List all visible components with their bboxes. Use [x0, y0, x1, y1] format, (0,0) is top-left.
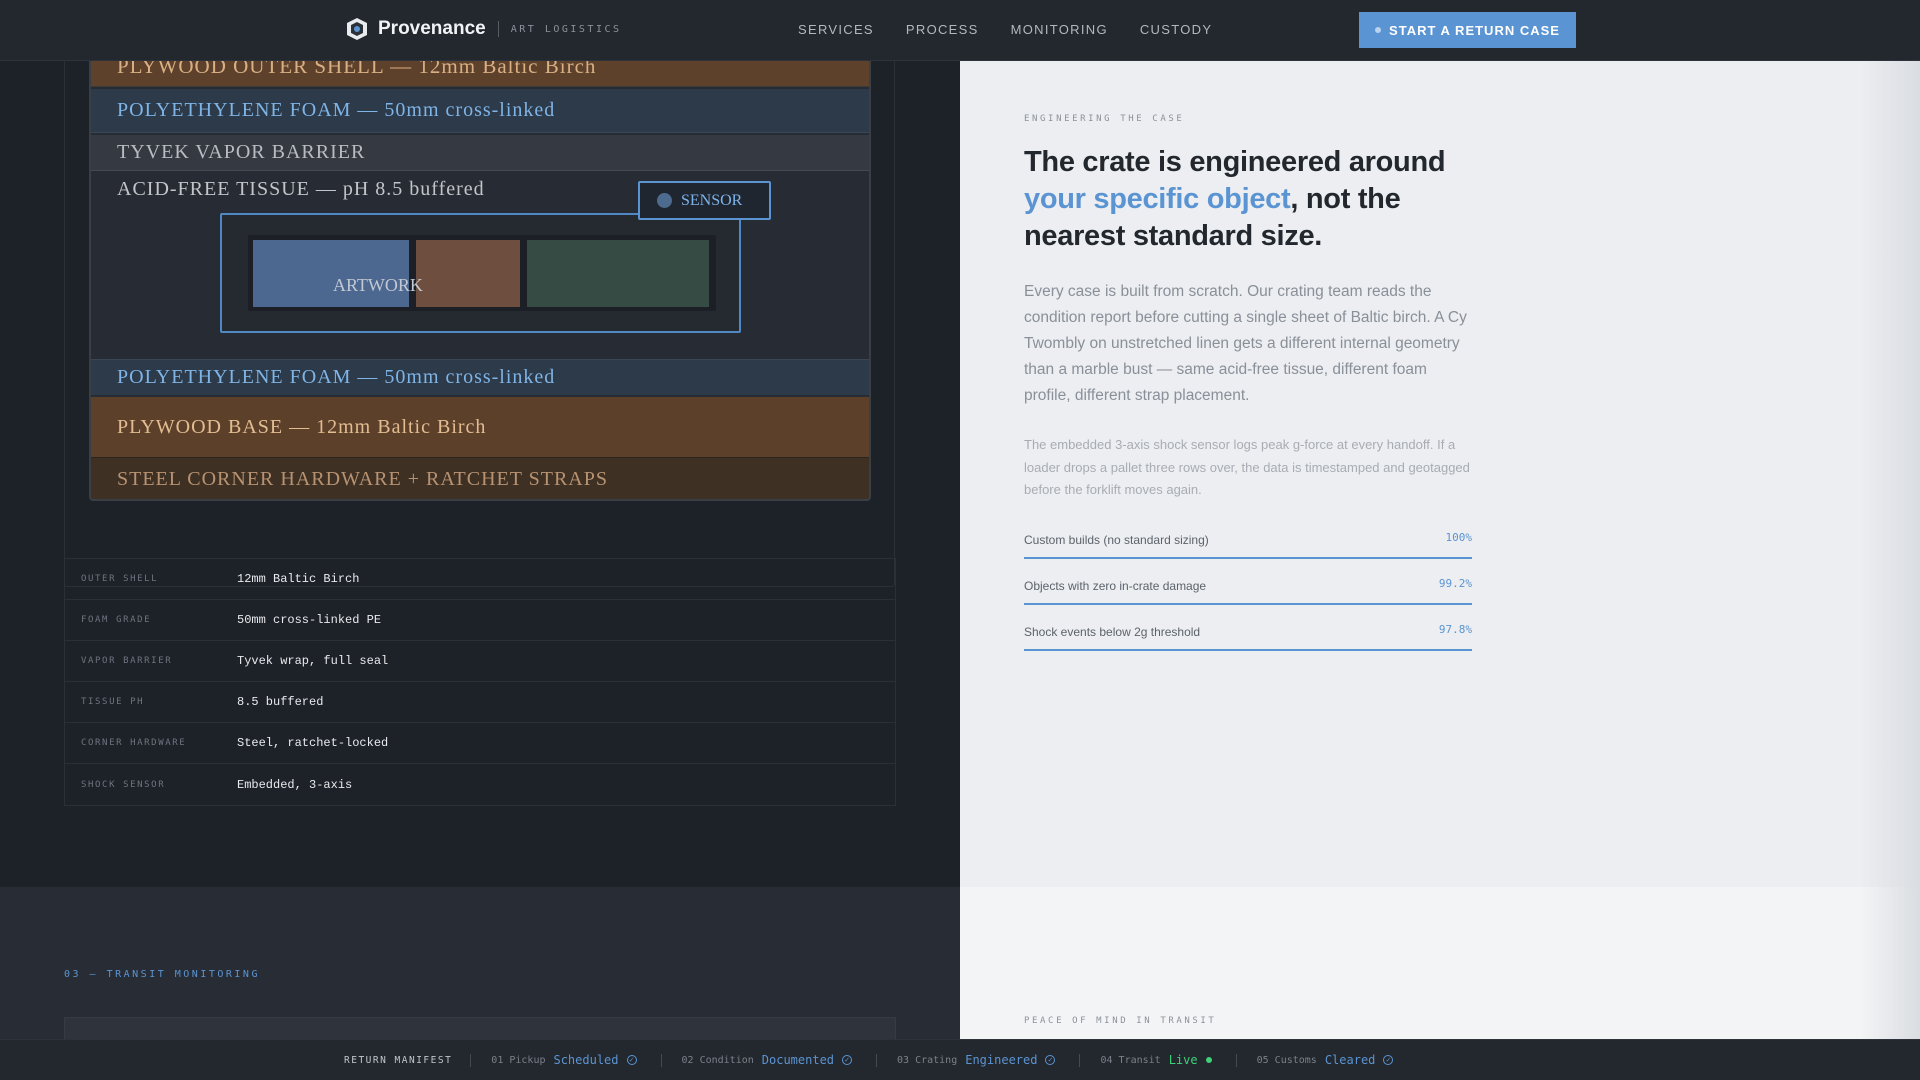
spec-key: SHOCK SENSOR	[81, 779, 166, 790]
cta-label: START A RETURN CASE	[1389, 22, 1560, 38]
logo-icon	[347, 18, 367, 40]
manifest-step-crating[interactable]: 03 Crating Engineered ✓	[897, 1053, 1056, 1067]
spec-value: 50mm cross-linked PE	[237, 613, 382, 627]
section-headline: The crate is engineered around your spec…	[1024, 144, 1494, 255]
engineering-copy-section: ENGINEERING THE CASE The crate is engine…	[960, 61, 1920, 887]
start-return-case-button[interactable]: START A RETURN CASE	[1359, 12, 1576, 48]
body-paragraph: Every case is built from scratch. Our cr…	[1024, 283, 1467, 404]
check-icon: ✓	[626, 1055, 637, 1065]
divider	[876, 1053, 878, 1067]
spec-key: CORNER HARDWARE	[81, 738, 187, 748]
brand-divider	[497, 21, 499, 37]
divider	[470, 1053, 472, 1067]
step-status: Live	[1168, 1053, 1198, 1067]
check-icon: ✓	[1383, 1055, 1394, 1065]
layer-steel-hardware: STEEL CORNER HARDWARE + RATCHET STRAPS	[91, 457, 869, 499]
sensor-badge: SENSOR	[638, 181, 771, 220]
spec-key: VAPOR BARRIER	[81, 656, 173, 666]
stat-value: 100%	[1445, 531, 1473, 544]
manifest-title: RETURN MANIFEST	[344, 1054, 453, 1066]
nav-link-monitoring[interactable]: MONITORING	[1011, 22, 1108, 37]
step-label: 03 Crating	[897, 1054, 958, 1066]
manifest-steps: RETURN MANIFEST 01 Pickup Scheduled ✓ 02…	[344, 1053, 1417, 1067]
table-row: OUTER SHELL 12mm Baltic Birch	[65, 559, 895, 600]
brand-tagline: ART LOGISTICS	[510, 23, 622, 35]
artwork-panel-brown	[416, 240, 520, 307]
artwork-box: ARTWORK	[220, 213, 741, 333]
table-row: VAPOR BARRIER Tyvek wrap, full seal	[65, 641, 895, 682]
step-label: 05 Customs	[1256, 1054, 1317, 1066]
sensor-dot-icon	[657, 193, 672, 208]
step-status: Cleared	[1324, 1053, 1376, 1067]
spec-key: TISSUE PH	[81, 697, 145, 707]
live-dot-icon	[1205, 1057, 1212, 1063]
table-row: FOAM GRADE 50mm cross-linked PE	[65, 600, 895, 641]
step-label: 02 Condition	[681, 1054, 754, 1066]
spec-value: Tyvek wrap, full seal	[237, 654, 389, 668]
step-label: 01 Pickup	[491, 1054, 546, 1066]
crate-cross-section: PLYWOOD OUTER SHELL — 12mm Baltic Birch …	[89, 61, 871, 501]
manifest-step-pickup[interactable]: 01 Pickup Scheduled ✓	[491, 1053, 637, 1067]
check-icon: ✓	[1045, 1055, 1056, 1065]
spec-table: OUTER SHELL 12mm Baltic Birch FOAM GRADE…	[64, 558, 896, 806]
spec-key: FOAM GRADE	[81, 615, 152, 625]
top-nav: Provenance ART LOGISTICS SERVICES PROCES…	[0, 0, 1920, 61]
stat-row: Shock events below 2g threshold 97.8%	[1024, 621, 1472, 651]
stat-label: Shock events below 2g threshold	[1024, 625, 1201, 639]
layer-foam-top: POLYETHYLENE FOAM — 50mm cross-linked	[91, 89, 869, 133]
brand-name: Provenance	[378, 18, 486, 39]
nav-link-process[interactable]: PROCESS	[906, 22, 979, 37]
stat-value: 99.2%	[1438, 577, 1472, 590]
layer-base: PLYWOOD BASE — 12mm Baltic Birch	[91, 397, 869, 457]
nav-link-services[interactable]: SERVICES	[798, 22, 874, 37]
return-manifest-bar: RETURN MANIFEST 01 Pickup Scheduled ✓ 02…	[0, 1039, 1920, 1080]
artwork-panel-blue	[253, 240, 409, 307]
manifest-step-customs[interactable]: 05 Customs Cleared ✓	[1257, 1053, 1394, 1067]
headline-text: The crate is engineered around	[1024, 146, 1446, 178]
crate-section: PLYWOOD OUTER SHELL — 12mm Baltic Birch …	[0, 51, 960, 887]
artwork-frame	[248, 235, 716, 311]
manifest-step-transit[interactable]: 04 Transit Live	[1100, 1053, 1212, 1067]
section-eyebrow: ENGINEERING THE CASE	[1024, 114, 1185, 124]
sensor-paragraph: The embedded 3-axis shock sensor logs pe…	[1024, 437, 1470, 497]
nav-link-custody[interactable]: CUSTODY	[1140, 22, 1212, 37]
manifest-step-condition[interactable]: 02 Condition Documented ✓	[682, 1053, 853, 1067]
stat-value: 97.8%	[1438, 623, 1472, 636]
layer-vapor-barrier: TYVEK VAPOR BARRIER	[91, 135, 869, 171]
headline-highlight: your specific object	[1024, 183, 1291, 215]
step-label: 04 Transit	[1100, 1054, 1161, 1066]
artwork-panel-green	[527, 240, 709, 307]
cta-dot-icon	[1375, 27, 1382, 33]
nav-links: SERVICES PROCESS MONITORING CUSTODY	[798, 22, 1244, 37]
table-row: CORNER HARDWARE Steel, ratchet-locked	[65, 723, 895, 764]
table-row: SHOCK SENSOR Embedded, 3-axis	[65, 764, 895, 805]
step-status: Documented	[761, 1053, 835, 1067]
transit-monitoring-section: 03 — TRANSIT MONITORING	[0, 887, 960, 1047]
spec-value: 8.5 buffered	[237, 695, 324, 709]
layer-foam-bottom: POLYETHYLENE FOAM — 50mm cross-linked	[91, 359, 869, 395]
spec-value: Steel, ratchet-locked	[237, 736, 389, 750]
spec-value: 12mm Baltic Birch	[237, 572, 360, 586]
layer-outer-shell: PLYWOOD OUTER SHELL — 12mm Baltic Birch	[91, 61, 869, 87]
section-eyebrow: PEACE OF MIND IN TRANSIT	[1024, 1016, 1217, 1026]
artwork-label: ARTWORK	[333, 275, 423, 295]
divider	[660, 1053, 662, 1067]
sensor-label: SENSOR	[681, 191, 743, 209]
step-status: Engineered	[965, 1053, 1038, 1067]
divider	[1235, 1053, 1237, 1067]
stat-label: Objects with zero in-crate damage	[1024, 579, 1207, 593]
stat-row: Objects with zero in-crate damage 99.2%	[1024, 575, 1472, 605]
brand[interactable]: Provenance ART LOGISTICS	[346, 17, 622, 41]
divider	[1079, 1053, 1081, 1067]
spec-key: OUTER SHELL	[81, 574, 159, 584]
peace-of-mind-section: PEACE OF MIND IN TRANSIT	[960, 887, 1920, 1040]
section-label: 03 — TRANSIT MONITORING	[64, 969, 260, 980]
stat-label: Custom builds (no standard sizing)	[1024, 533, 1209, 547]
stat-row: Custom builds (no standard sizing) 100%	[1024, 529, 1472, 559]
step-status: Scheduled	[553, 1053, 619, 1067]
spec-value: Embedded, 3-axis	[237, 777, 353, 792]
check-icon: ✓	[842, 1055, 853, 1065]
table-row: TISSUE PH 8.5 buffered	[65, 682, 895, 723]
